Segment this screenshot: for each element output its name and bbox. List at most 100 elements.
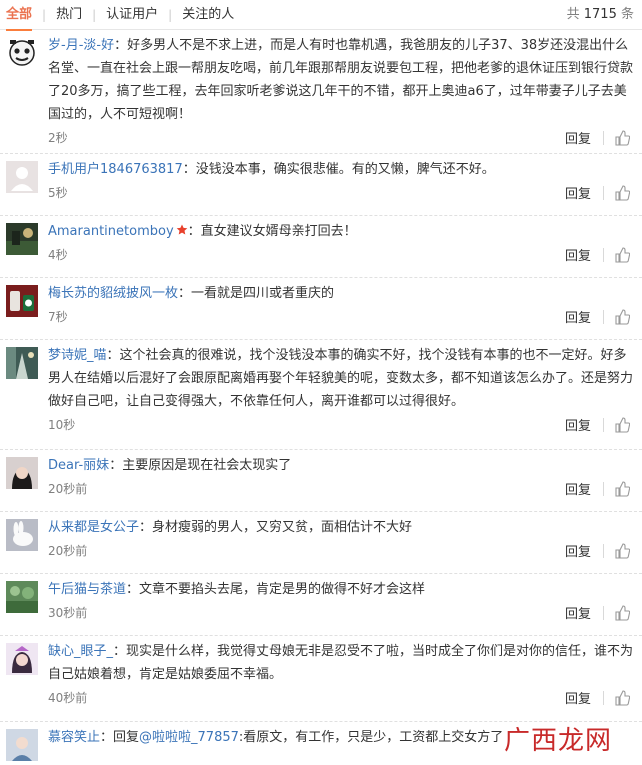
like-icon[interactable] (614, 416, 630, 433)
comment-actions: 回复 (565, 603, 630, 622)
reply-button[interactable]: 回复 (565, 128, 591, 147)
like-icon[interactable] (614, 689, 630, 706)
comment-body: 梅长苏的貂绒披风一枚：一看就是四川或者重庆的 (48, 282, 634, 305)
reply-button[interactable]: 回复 (565, 479, 591, 498)
comment-body: 手机用户1846763817：没钱没本事，确实很悲催。有的又懒，脾气还不好。 (48, 158, 634, 181)
comment-meta: 10秒 回复 (48, 413, 634, 443)
reply-button[interactable]: 回复 (565, 245, 591, 264)
comment-meta: 4秒 回复 (48, 243, 634, 273)
like-icon[interactable] (614, 542, 630, 559)
comment-body: Amarantinetomboy ：直女建议女婿母亲打回去！ (48, 220, 634, 243)
comment-username[interactable]: Dear-丽妹 (48, 458, 109, 473)
comment-time: 40秒前 (48, 691, 88, 705)
comment-text: ：现实是什么样，我觉得丈母娘无非是忍受不了啦，当时成全了你们是对你的信任，谁不为… (48, 644, 634, 682)
divider (603, 309, 604, 324)
comment-time: 30秒前 (48, 606, 88, 620)
comment-text: ：这个社会真的很难说，找个没钱没本事的确实不好，找个没钱有本事的也不一定好。好多… (48, 348, 634, 409)
tab-following[interactable]: 关注的人 (172, 0, 244, 30)
comment-username[interactable]: 慕容笑止 (48, 730, 100, 745)
reply-button[interactable]: 回复 (565, 415, 591, 434)
mention-link[interactable]: @啦啦啦_77857 (139, 730, 239, 745)
comment-filter-bar: 全部 | 热门 | 认证用户 | 关注的人 共 1715 条 (0, 0, 642, 31)
avatar[interactable] (6, 347, 38, 379)
comment-item: 手机用户1846763817：没钱没本事，确实很悲催。有的又懒，脾气还不好。 5… (0, 154, 642, 216)
comment-actions: 回复 (565, 688, 630, 707)
comment-text-continued: :看原文，有工作，只是少，工资都上交女方了 (238, 730, 504, 745)
avatar[interactable] (6, 581, 38, 613)
total-suffix: 条 (620, 7, 634, 22)
comment-meta: 2秒 回复 (48, 126, 634, 156)
comment-actions: 回复 (565, 415, 630, 434)
comment-meta: 30秒前 回复 (48, 601, 634, 631)
comment-username[interactable]: 午后猫与茶道 (48, 582, 126, 597)
comment-time: 4秒 (48, 248, 68, 262)
like-icon[interactable] (614, 184, 630, 201)
comment-username[interactable]: 梦诗妮_喵 (48, 348, 107, 363)
comment-time: 10秒 (48, 418, 76, 432)
comment-username[interactable]: Amarantinetomboy (48, 224, 174, 239)
total-number: 1715 (583, 7, 617, 22)
comment-username[interactable]: 手机用户1846763817 (48, 162, 183, 177)
comment-actions: 回复 (565, 245, 630, 264)
comment-text: ：好多男人不是不求上进，而是人有时也靠机遇，我爸朋友的儿子37、38岁还没混出什… (48, 38, 634, 122)
comment-text: ：直女建议女婿母亲打回去！ (187, 224, 357, 239)
comment-body: 梦诗妮_喵：这个社会真的很难说，找个没钱没本事的确实不好，找个没钱有本事的也不一… (48, 344, 634, 413)
comment-body: Dear-丽妹：主要原因是现在社会太现实了 (48, 454, 634, 477)
like-icon[interactable] (614, 308, 630, 325)
tab-verified-users[interactable]: 认证用户 (96, 0, 168, 30)
comment-time: 5秒 (48, 186, 68, 200)
comment-item: 梦诗妮_喵：这个社会真的很难说，找个没钱没本事的确实不好，找个没钱有本事的也不一… (0, 340, 642, 450)
comment-username[interactable]: 梅长苏的貂绒披风一枚 (48, 286, 178, 301)
comment-body: 午后猫与茶道：文章不要掐头去尾，肯定是男的做得不好才会这样 (48, 578, 634, 601)
divider (603, 690, 604, 705)
comment-time: 20秒前 (48, 544, 88, 558)
comment-meta: 20秒前 回复 (48, 477, 634, 507)
tab-all[interactable]: 全部 (6, 0, 42, 31)
avatar[interactable] (6, 457, 38, 489)
divider (603, 481, 604, 496)
avatar[interactable] (6, 285, 38, 317)
divider (603, 543, 604, 558)
watermark-text: 广西龙网 (503, 726, 612, 756)
comment-total-count: 共 1715 条 (567, 0, 634, 30)
divider (603, 130, 604, 145)
comment-meta: 20秒前 回复 (48, 539, 634, 569)
reply-button[interactable]: 回复 (565, 688, 591, 707)
avatar[interactable] (6, 161, 38, 193)
like-icon[interactable] (614, 129, 630, 146)
comment-actions: 回复 (565, 128, 630, 147)
avatar[interactable] (6, 223, 38, 255)
reply-button[interactable]: 回复 (565, 541, 591, 560)
avatar[interactable] (6, 643, 38, 675)
comment-item: Amarantinetomboy ：直女建议女婿母亲打回去！ 4秒 回复 (0, 216, 642, 278)
comment-item: Dear-丽妹：主要原因是现在社会太现实了 20秒前 回复 (0, 450, 642, 512)
reply-button[interactable]: 回复 (565, 603, 591, 622)
comment-actions: 回复 (565, 307, 630, 326)
avatar[interactable] (6, 519, 38, 551)
avatar[interactable] (6, 37, 38, 69)
comment-actions: 回复 (565, 541, 630, 560)
site-watermark: 广西龙网 (504, 720, 612, 757)
like-icon[interactable] (614, 604, 630, 621)
reply-button[interactable]: 回复 (565, 183, 591, 202)
divider (603, 185, 604, 200)
tab-hot[interactable]: 热门 (46, 0, 92, 30)
comment-username[interactable]: 从来都是女公子 (48, 520, 139, 535)
comment-meta: 40秒前 回复 (48, 686, 634, 716)
like-icon[interactable] (614, 246, 630, 263)
comment-time: 7秒 (48, 310, 68, 324)
comment-username[interactable]: 岁-月-淡-好 (48, 38, 114, 53)
comment-body: 缺心_眼子_：现实是什么样，我觉得丈母娘无非是忍受不了啦，当时成全了你们是对你的… (48, 640, 634, 686)
comment-meta: 7秒 回复 (48, 305, 634, 335)
reply-button[interactable]: 回复 (565, 307, 591, 326)
divider (603, 605, 604, 620)
comment-username[interactable]: 缺心_眼子_ (48, 644, 113, 659)
avatar[interactable] (6, 729, 38, 761)
comment-text: ：主要原因是现在社会太现实了 (109, 458, 292, 473)
vip-star-icon (176, 224, 187, 235)
comment-item: 从来都是女公子：身材瘦弱的男人，又穷又贫，面相估计不大好 20秒前 回复 (0, 512, 642, 574)
comment-item: 岁-月-淡-好：好多男人不是不求上进，而是人有时也靠机遇，我爸朋友的儿子37、3… (0, 30, 642, 154)
comment-text: ：回复 (100, 730, 140, 745)
comment-time: 2秒 (48, 131, 68, 145)
like-icon[interactable] (614, 480, 630, 497)
